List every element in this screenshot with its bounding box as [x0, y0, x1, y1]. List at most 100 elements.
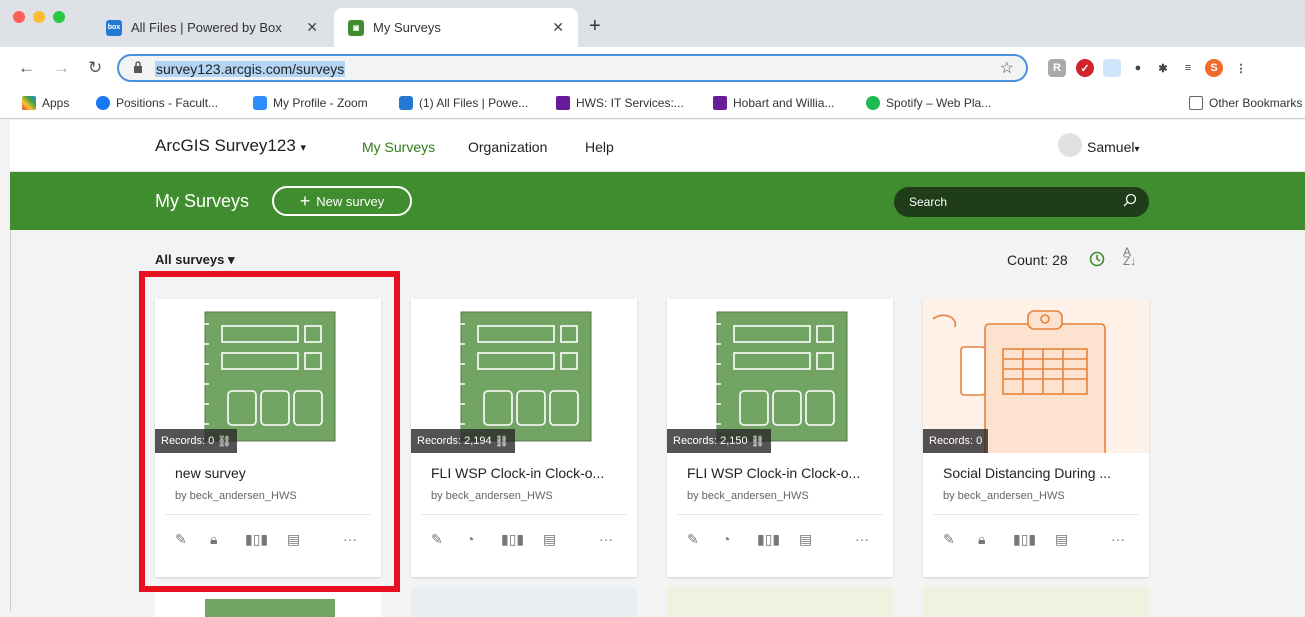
records-label: Records: 2,150	[673, 435, 748, 447]
sort-az-icon[interactable]: A Z↓	[1123, 246, 1136, 267]
extension-adblock-icon[interactable]: ✓	[1076, 59, 1094, 77]
url-text: survey123.arcgis.com/surveys	[155, 61, 346, 77]
extension-docs-icon[interactable]	[1103, 59, 1121, 77]
nav-my-surveys[interactable]: My Surveys	[362, 139, 435, 155]
bookmark-positions[interactable]: Positions - Facult...	[96, 96, 218, 110]
maximize-window-button[interactable]	[53, 11, 65, 23]
bookmark-label: Other Bookmarks	[1209, 96, 1303, 110]
divider	[677, 514, 883, 515]
data-table-icon[interactable]: ▤	[543, 531, 556, 548]
tab-box-label: All Files | Powered by Box	[131, 20, 282, 35]
app-title: ArcGIS Survey123	[155, 136, 296, 155]
minimize-window-button[interactable]	[33, 11, 45, 23]
search-icon[interactable]	[1123, 193, 1137, 207]
records-badge: Records: 2,194 ⛓	[411, 429, 515, 453]
more-options-icon[interactable]: ···	[599, 531, 613, 547]
reload-icon[interactable]: ↻	[88, 58, 102, 78]
close-tab-icon[interactable]: ✕	[306, 19, 318, 36]
card-actions: ✎ ◔ ▮▯▮ ▤ ···	[431, 531, 621, 549]
tab-my-surveys[interactable]: ▣ My Surveys ✕	[334, 8, 578, 47]
edit-icon[interactable]: ✎	[943, 531, 955, 548]
page-title: My Surveys	[155, 191, 250, 211]
zoom-icon	[253, 96, 267, 110]
bookmark-label: HWS: IT Services:...	[576, 96, 684, 110]
box-icon	[399, 96, 413, 110]
highlight-box	[139, 271, 400, 592]
survey-title[interactable]: Social Distancing During ...	[943, 465, 1111, 481]
bookmark-zoom[interactable]: My Profile - Zoom	[253, 96, 368, 110]
survey-filter-dropdown[interactable]: All surveys ▾	[155, 252, 235, 268]
tab-box[interactable]: box All Files | Powered by Box ✕	[92, 8, 332, 47]
new-tab-button[interactable]: +	[589, 16, 601, 36]
avatar[interactable]	[1058, 133, 1082, 157]
survey-owner: by beck_andersen_HWS	[431, 490, 553, 502]
app-header: ArcGIS Survey123 ▾ My Surveys Organizati…	[10, 120, 1305, 172]
bookmark-label: My Profile - Zoom	[273, 96, 368, 110]
analyze-bars-icon[interactable]: ▮▯▮	[1013, 531, 1036, 548]
lock-icon[interactable]: 🔒︎	[978, 531, 985, 548]
new-survey-button[interactable]: + New survey	[272, 186, 412, 216]
survey-card[interactable]: Records: 0 Social Distancing During ... …	[923, 299, 1149, 577]
browser-menu-icon[interactable]: ⋮	[1232, 59, 1250, 77]
extension-translate-icon[interactable]: R	[1048, 59, 1066, 77]
bookmark-label: Positions - Facult...	[116, 96, 219, 110]
bookmark-star-icon[interactable]: ☆	[1000, 58, 1014, 78]
extensions-puzzle-icon[interactable]: ✱	[1154, 59, 1172, 77]
link-icon: ⛓	[750, 435, 765, 448]
divider	[421, 514, 627, 515]
survey-owner: by beck_andersen_HWS	[687, 490, 809, 502]
bookmark-apps[interactable]: Apps	[22, 96, 69, 110]
extension-circle-icon[interactable]: ●	[1129, 59, 1147, 77]
bookmark-label: Apps	[42, 96, 70, 110]
hws-shield-icon	[556, 96, 570, 110]
nav-organization[interactable]: Organization	[468, 139, 547, 155]
bookmark-hws-it[interactable]: HWS: IT Services:...	[556, 96, 684, 110]
filter-label: All surveys	[155, 252, 225, 267]
bookmarks-bar: Apps Positions - Facult... My Profile - …	[0, 89, 1305, 119]
survey123-icon: ▣	[348, 19, 364, 36]
back-arrow-icon[interactable]: ←	[18, 58, 35, 78]
bookmark-spotify[interactable]: Spotify – Web Pla...	[866, 96, 991, 110]
spotify-icon	[866, 96, 880, 110]
profile-avatar[interactable]: S	[1205, 59, 1223, 77]
data-table-icon[interactable]: ▤	[1055, 531, 1068, 548]
bookmark-label: Hobart and Willia...	[733, 96, 835, 110]
hws-shield-icon	[713, 96, 727, 110]
close-window-button[interactable]	[13, 11, 25, 23]
edit-icon[interactable]: ✎	[431, 531, 443, 548]
survey-card[interactable]	[667, 587, 893, 617]
survey-card[interactable]	[923, 587, 1149, 617]
card-actions: ✎ ◔ ▮▯▮ ▤ ···	[687, 531, 877, 549]
close-tab-icon[interactable]: ✕	[552, 19, 564, 36]
survey-title[interactable]: FLI WSP Clock-in Clock-o...	[431, 465, 604, 481]
clock-sort-icon[interactable]	[1089, 251, 1105, 267]
address-bar[interactable]: survey123.arcgis.com/surveys ☆	[117, 54, 1028, 82]
app-title-dropdown[interactable]: ArcGIS Survey123 ▾	[155, 136, 306, 156]
edit-icon[interactable]: ✎	[687, 531, 699, 548]
data-table-icon[interactable]: ▤	[799, 531, 812, 548]
user-menu[interactable]: Samuel▾	[1087, 139, 1140, 155]
survey-owner: by beck_andersen_HWS	[943, 490, 1065, 502]
count-label: Count: 28	[1007, 252, 1068, 268]
records-label: Records: 2,194	[417, 435, 492, 447]
more-options-icon[interactable]: ···	[1111, 531, 1125, 547]
shared-globe-icon[interactable]: ◔	[466, 531, 474, 547]
nav-help[interactable]: Help	[585, 139, 614, 155]
survey-card[interactable]: Records: 2,150 ⛓ FLI WSP Clock-in Clock-…	[667, 299, 893, 577]
more-options-icon[interactable]: ···	[855, 531, 869, 547]
survey-card[interactable]: Records: 2,194 ⛓ FLI WSP Clock-in Clock-…	[411, 299, 637, 577]
tab-my-surveys-label: My Surveys	[373, 20, 441, 35]
forward-arrow-icon[interactable]: →	[53, 58, 70, 78]
bookmark-other[interactable]: Other Bookmarks	[1189, 96, 1302, 110]
new-survey-label: New survey	[316, 193, 385, 209]
records-badge: Records: 0	[923, 429, 989, 453]
search-input[interactable]: Search	[894, 187, 1149, 217]
reading-list-icon[interactable]: ≡	[1179, 59, 1197, 77]
bookmark-box[interactable]: (1) All Files | Powe...	[399, 96, 528, 110]
analyze-bars-icon[interactable]: ▮▯▮	[757, 531, 780, 548]
survey-card[interactable]	[411, 587, 637, 617]
bookmark-hobart[interactable]: Hobart and Willia...	[713, 96, 834, 110]
survey-title[interactable]: FLI WSP Clock-in Clock-o...	[687, 465, 860, 481]
analyze-bars-icon[interactable]: ▮▯▮	[501, 531, 524, 548]
shared-globe-icon[interactable]: ◔	[722, 531, 730, 547]
